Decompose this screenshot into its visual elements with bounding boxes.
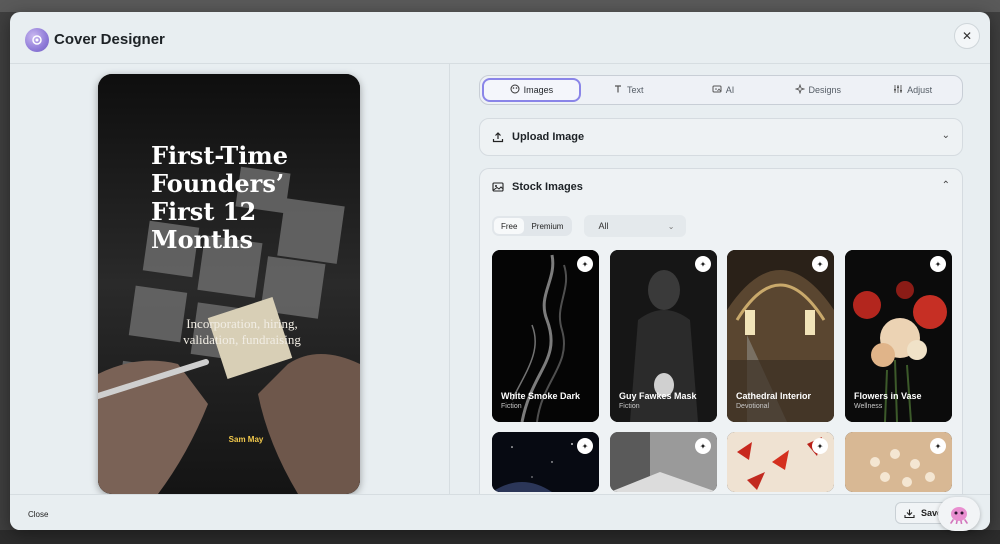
cover-subtitle-text[interactable]: Incorporation, hiring, validation, fundr… bbox=[142, 316, 342, 348]
upload-image-header[interactable]: Upload Image bbox=[492, 131, 584, 143]
modal-footer: Close Save bbox=[10, 494, 990, 530]
assistant-mascot-button[interactable] bbox=[938, 497, 980, 531]
tab-images[interactable]: Images bbox=[482, 78, 581, 102]
text-icon bbox=[613, 84, 623, 97]
sparkle-icon[interactable]: ✦ bbox=[695, 438, 711, 454]
stock-image-card[interactable]: ✦ bbox=[610, 432, 717, 492]
stock-image-category: Devotional bbox=[736, 403, 770, 410]
sparkle-icon[interactable]: ✦ bbox=[695, 256, 711, 272]
stock-image-card[interactable]: ✦ bbox=[727, 432, 834, 492]
editor-pane: Images Text AI Designs Adjust Upload Ima… bbox=[451, 64, 990, 494]
sliders-icon bbox=[893, 84, 903, 97]
stock-image-category: Fiction bbox=[501, 403, 522, 410]
license-toggle: Free Premium bbox=[492, 216, 573, 236]
chevron-down-icon: ⌄ bbox=[667, 221, 675, 231]
cover-title-text[interactable]: First-Time Founders’ First 12 Months bbox=[151, 142, 341, 254]
cover-preview-pane: First-Time Founders’ First 12 Months Inc… bbox=[10, 64, 450, 494]
modal-header: Cover Designer ✕ bbox=[10, 12, 990, 64]
stock-image-card[interactable]: ✦ Cathedral Interior Devotional bbox=[727, 250, 834, 422]
tab-label: Images bbox=[523, 85, 554, 95]
backdrop bbox=[0, 0, 1000, 12]
filter-free-button[interactable]: Free bbox=[494, 218, 525, 234]
cover-background-image bbox=[98, 74, 360, 494]
upload-image-section[interactable]: Upload Image ⌄ bbox=[479, 118, 963, 156]
stock-image-card[interactable]: ✦ bbox=[492, 432, 599, 492]
stock-image-name: Flowers in Vase bbox=[854, 391, 922, 401]
tab-adjust[interactable]: Adjust bbox=[865, 78, 960, 102]
stock-image-card[interactable]: ✦ White Smoke Dark Fiction bbox=[492, 250, 599, 422]
sparkle-icon[interactable]: ✦ bbox=[812, 256, 828, 272]
tab-label: Adjust bbox=[907, 85, 933, 95]
cover-author-text[interactable]: Sam May bbox=[198, 435, 294, 444]
stock-images-label: Stock Images bbox=[512, 181, 583, 193]
upload-image-label: Upload Image bbox=[512, 131, 585, 143]
chevron-up-icon[interactable]: ⌃ bbox=[942, 180, 950, 191]
filter-premium-button[interactable]: Premium bbox=[524, 218, 570, 234]
stock-images-header[interactable]: Stock Images bbox=[492, 181, 583, 193]
stock-image-name: White Smoke Dark bbox=[501, 391, 581, 401]
app-logo-icon bbox=[25, 28, 49, 52]
sparkle-icon[interactable]: ✦ bbox=[930, 256, 946, 272]
stock-image-name: Cathedral Interior bbox=[736, 391, 812, 401]
sparkle-icon[interactable]: ✦ bbox=[577, 256, 593, 272]
modal-title: Cover Designer bbox=[54, 31, 165, 48]
stock-image-name: Guy Fawkes Mask bbox=[619, 391, 697, 401]
sparkle-icon bbox=[794, 83, 805, 97]
tab-label: AI bbox=[725, 85, 735, 95]
ai-icon bbox=[712, 84, 722, 97]
tab-designs[interactable]: Designs bbox=[770, 78, 865, 102]
category-select-value: All bbox=[598, 221, 609, 231]
tab-text[interactable]: Text bbox=[581, 78, 676, 102]
backdrop-bottom bbox=[0, 530, 1000, 544]
stock-image-category: Fiction bbox=[619, 403, 640, 410]
close-button[interactable]: Close bbox=[20, 505, 56, 523]
stock-image-card[interactable]: ✦ Flowers in Vase Wellness bbox=[845, 250, 952, 422]
category-select[interactable]: All ⌄ bbox=[584, 215, 687, 237]
image-icon bbox=[510, 84, 520, 97]
stock-image-card[interactable]: ✦ bbox=[845, 432, 952, 492]
close-modal-button[interactable]: ✕ bbox=[954, 23, 980, 49]
stock-images-section: Stock Images ⌃ Free Premium All ⌄ ✦ Whit… bbox=[479, 168, 963, 494]
mascot-icon bbox=[950, 507, 968, 524]
cover-designer-modal: Cover Designer ✕ First-Time Founders’ Fi… bbox=[10, 12, 990, 530]
sparkle-icon[interactable]: ✦ bbox=[812, 438, 828, 454]
sparkle-icon[interactable]: ✦ bbox=[930, 438, 946, 454]
tab-label: Designs bbox=[808, 85, 842, 95]
stock-image-card[interactable]: ✦ Guy Fawkes Mask Fiction bbox=[610, 250, 717, 422]
gallery-icon bbox=[492, 182, 504, 192]
stock-image-category: Wellness bbox=[854, 403, 883, 410]
sparkle-icon[interactable]: ✦ bbox=[577, 438, 593, 454]
upload-icon bbox=[492, 132, 504, 143]
save-tray-icon bbox=[904, 509, 915, 518]
tab-ai[interactable]: AI bbox=[676, 78, 771, 102]
close-icon: ✕ bbox=[961, 29, 973, 43]
chevron-down-icon[interactable]: ⌄ bbox=[942, 130, 950, 141]
editor-tabs: Images Text AI Designs Adjust bbox=[479, 75, 963, 105]
stock-filters: Free Premium All ⌄ bbox=[492, 215, 687, 237]
book-cover-preview[interactable]: First-Time Founders’ First 12 Months Inc… bbox=[98, 74, 360, 494]
tab-label: Text bbox=[626, 85, 644, 95]
